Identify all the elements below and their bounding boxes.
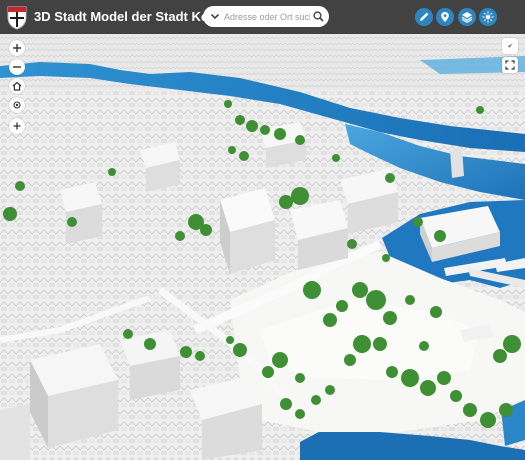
- zoom-in-button[interactable]: [9, 40, 25, 56]
- add-button[interactable]: [9, 118, 25, 134]
- fullscreen-button[interactable]: [502, 57, 518, 73]
- layers-button[interactable]: [458, 8, 476, 26]
- map-marker-icon: [441, 12, 449, 22]
- locate-icon: [13, 101, 21, 109]
- search-input[interactable]: [224, 8, 310, 25]
- pencil-icon: [420, 12, 429, 21]
- locate-button[interactable]: [9, 97, 25, 113]
- places-button[interactable]: [436, 8, 454, 26]
- top-bar: 3D Stadt Model der Stadt Konstanz: [0, 0, 525, 34]
- plus-icon: [13, 122, 21, 130]
- coat-of-arms-icon[interactable]: [6, 4, 28, 30]
- chevron-down-icon[interactable]: [210, 11, 220, 21]
- compass-icon: [507, 43, 513, 49]
- fullscreen-icon: [505, 60, 515, 70]
- draw-button[interactable]: [415, 8, 433, 26]
- search-box[interactable]: [203, 6, 329, 27]
- search-icon[interactable]: [313, 11, 324, 22]
- 3d-city-scene[interactable]: [0, 0, 525, 460]
- zoom-out-button[interactable]: [9, 59, 25, 75]
- home-button[interactable]: [9, 78, 25, 94]
- layers-icon: [461, 12, 473, 23]
- zoom-in-icon: [13, 44, 21, 52]
- home-icon: [12, 81, 22, 91]
- zoom-out-icon: [13, 66, 21, 68]
- daylight-button[interactable]: [479, 8, 497, 26]
- compass-button[interactable]: [502, 38, 518, 54]
- sun-icon: [482, 11, 494, 23]
